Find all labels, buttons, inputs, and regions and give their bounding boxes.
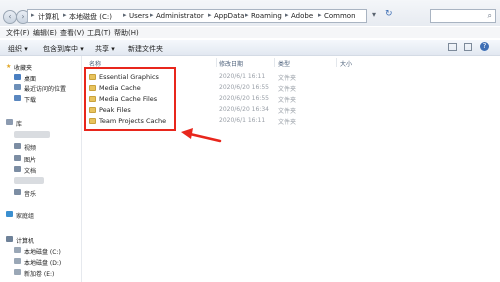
breadcrumb-adobe[interactable]: Adobe: [291, 12, 313, 20]
back-button[interactable]: ‹: [3, 10, 17, 24]
address-bar-row: ‹ › ▸ 计算机 ▸ 本地磁盘 (C:) ▸ Users ▸ Administ…: [0, 0, 500, 26]
music-icon: [14, 189, 21, 195]
nav-desktop[interactable]: 桌面: [24, 74, 36, 83]
file-date: 2020/6/20 16:55: [219, 84, 269, 91]
nav-recent-places[interactable]: 最近访问的位置: [24, 84, 66, 93]
column-modified[interactable]: 修改日期: [219, 59, 243, 68]
star-icon: ★: [6, 63, 12, 70]
nav-libraries[interactable]: 库: [16, 119, 22, 128]
file-date: 2020/6/1 16:11: [219, 73, 266, 80]
organize-button[interactable]: 组织 ▾: [8, 44, 28, 54]
nav-pictures[interactable]: 图片: [24, 155, 36, 164]
breadcrumb-users[interactable]: Users: [129, 12, 149, 20]
file-type: 文件夹: [278, 86, 297, 93]
nav-downloads[interactable]: 下载: [24, 95, 36, 104]
file-type: 文件夹: [278, 75, 297, 82]
refresh-icon[interactable]: ↻: [385, 9, 393, 19]
drive-icon: [14, 247, 21, 253]
drive-icon: [14, 269, 21, 275]
search-icon: ⌕: [487, 11, 492, 20]
menu-help[interactable]: 帮助(H): [114, 28, 139, 38]
breadcrumb-computer[interactable]: 计算机: [38, 12, 59, 22]
file-date: 2020/6/20 16:34: [219, 106, 269, 113]
drive-icon: [14, 258, 21, 264]
file-type: 文件夹: [278, 108, 297, 115]
library-icon: [6, 119, 13, 125]
command-bar: 组织 ▾ 包含到库中 ▾ 共享 ▾ 新建文件夹 ?: [0, 40, 500, 56]
column-divider[interactable]: [216, 58, 217, 67]
nav-favorites[interactable]: 收藏夹: [14, 63, 32, 72]
homegroup-icon: [6, 211, 13, 217]
downloads-icon: [14, 95, 21, 101]
redacted-item: [14, 131, 50, 138]
menu-file[interactable]: 文件(F): [6, 28, 30, 38]
file-date: 2020/6/20 16:55: [219, 95, 269, 102]
menu-view[interactable]: 查看(V): [60, 28, 84, 38]
annotation-highlight-box: [84, 67, 176, 131]
redacted-item: [14, 177, 44, 184]
column-divider[interactable]: [336, 58, 337, 67]
help-icon[interactable]: ?: [480, 42, 489, 51]
annotation-arrow-icon: [181, 128, 222, 143]
nav-drive-c[interactable]: 本地磁盘 (C:): [24, 247, 61, 256]
nav-drive-e[interactable]: 新加卷 (E:): [24, 269, 54, 278]
address-dropdown-icon[interactable]: ▾: [372, 10, 376, 19]
menu-bar: 文件(F) 编辑(E) 查看(V) 工具(T) 帮助(H): [0, 27, 500, 38]
breadcrumb-appdata[interactable]: AppData: [214, 12, 244, 20]
menu-edit[interactable]: 编辑(E): [33, 28, 57, 38]
desktop-icon: [14, 74, 21, 80]
breadcrumb-roaming[interactable]: Roaming: [251, 12, 282, 20]
videos-icon: [14, 143, 21, 149]
computer-icon: [6, 236, 13, 242]
nav-homegroup[interactable]: 家庭组: [16, 211, 34, 220]
address-box[interactable]: ▸ 计算机 ▸ 本地磁盘 (C:) ▸ Users ▸ Administrato…: [27, 9, 367, 23]
column-divider[interactable]: [274, 58, 275, 67]
breadcrumb-administrator[interactable]: Administrator: [156, 12, 204, 20]
nav-videos[interactable]: 视频: [24, 143, 36, 152]
breadcrumb-c-drive[interactable]: 本地磁盘 (C:): [69, 12, 112, 22]
nav-music[interactable]: 音乐: [24, 189, 36, 198]
column-type[interactable]: 类型: [278, 59, 290, 68]
file-type: 文件夹: [278, 119, 297, 126]
column-size[interactable]: 大小: [340, 59, 352, 68]
view-options-icon[interactable]: [448, 43, 457, 51]
recent-places-icon: [14, 84, 21, 90]
breadcrumb-common[interactable]: Common: [324, 12, 356, 20]
documents-icon: [14, 166, 21, 172]
pictures-icon: [14, 155, 21, 161]
include-in-library-button[interactable]: 包含到库中 ▾: [43, 44, 84, 54]
new-folder-button[interactable]: 新建文件夹: [128, 44, 163, 54]
nav-documents[interactable]: 文档: [24, 166, 36, 175]
file-date: 2020/6/1 16:11: [219, 117, 266, 124]
folder-icon: ▸: [31, 11, 35, 19]
navigation-pane: ★ 收藏夹 桌面 最近访问的位置 下载 库 视频 图片 文档 音乐 家庭组 计算…: [0, 56, 82, 282]
preview-pane-icon[interactable]: [464, 43, 472, 51]
menu-tools[interactable]: 工具(T): [87, 28, 111, 38]
nav-drive-d[interactable]: 本地磁盘 (D:): [24, 258, 61, 267]
share-button[interactable]: 共享 ▾: [95, 44, 115, 54]
nav-computer[interactable]: 计算机: [16, 236, 34, 245]
search-input[interactable]: ⌕: [430, 9, 496, 23]
file-type: 文件夹: [278, 97, 297, 104]
